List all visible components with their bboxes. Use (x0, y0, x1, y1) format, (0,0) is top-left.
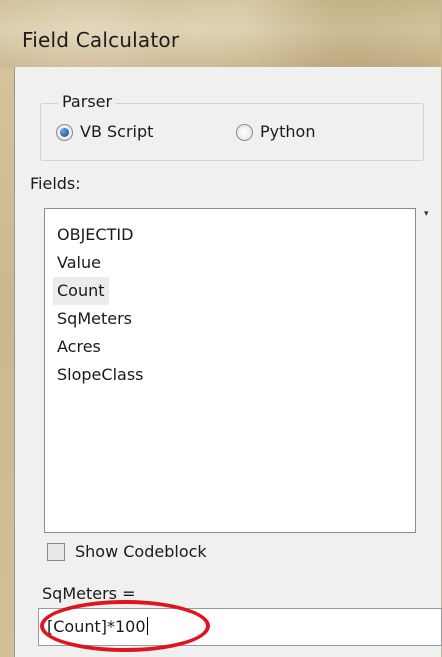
show-codeblock-label[interactable]: Show Codeblock (75, 542, 207, 561)
field-item-value[interactable]: Value (57, 249, 101, 277)
fields-label: Fields: (30, 174, 81, 193)
vbscript-label[interactable]: VB Script (80, 122, 153, 141)
python-radio[interactable] (236, 124, 253, 141)
field-item-sqmeters[interactable]: SqMeters (57, 305, 132, 333)
show-codeblock-checkbox[interactable] (47, 543, 65, 561)
window-title: Field Calculator (22, 28, 180, 52)
parser-label: Parser (58, 92, 117, 111)
field-item-slopeclass[interactable]: SlopeClass (57, 361, 143, 389)
window-frame-left (0, 67, 14, 657)
python-label[interactable]: Python (260, 122, 315, 141)
fields-list[interactable]: OBJECTID Value Count SqMeters Acres Slop… (44, 208, 416, 533)
field-item-objectid[interactable]: OBJECTID (57, 221, 133, 249)
list-scroll-indicator-icon[interactable]: ▾ (424, 209, 429, 219)
field-item-count[interactable]: Count (53, 277, 109, 305)
field-item-acres[interactable]: Acres (57, 333, 101, 361)
red-highlight-circle (40, 600, 210, 652)
vbscript-radio[interactable] (56, 124, 73, 141)
